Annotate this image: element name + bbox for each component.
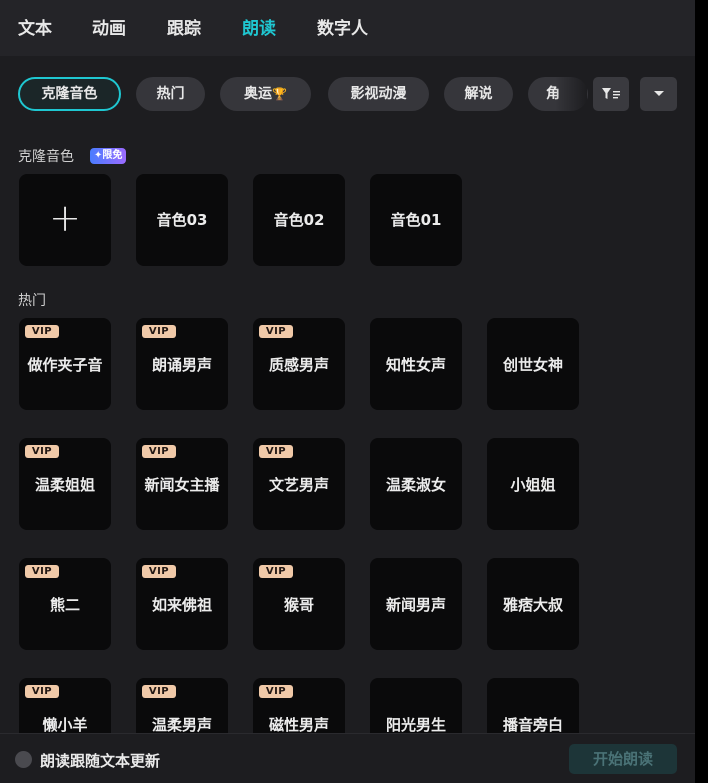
voice-card[interactable]: VIP 如来佛祖: [136, 558, 228, 650]
tab-animation[interactable]: 动画: [92, 14, 126, 39]
voice-card[interactable]: 小姐姐: [487, 438, 579, 530]
vip-badge: VIP: [259, 685, 293, 698]
voice-card[interactable]: VIP 质感男声: [253, 318, 345, 410]
trophy-icon: 🏆: [272, 87, 287, 101]
clone-voice-card[interactable]: 音色01: [370, 174, 462, 266]
category-hot[interactable]: 热门: [136, 77, 205, 111]
voice-name: 朗诵男声: [151, 356, 212, 374]
add-clone-voice-card[interactable]: +: [19, 174, 111, 266]
voice-card[interactable]: VIP 温柔姐姐: [19, 438, 111, 530]
vip-badge: VIP: [259, 565, 293, 578]
start-reading-button[interactable]: 开始朗读: [569, 744, 677, 774]
voice-name: 小姐姐: [510, 476, 556, 494]
voice-name: 创世女神: [502, 356, 563, 374]
vip-badge: VIP: [142, 325, 176, 338]
scroll-fade: [555, 72, 587, 116]
vip-badge: VIP: [25, 325, 59, 338]
voice-name: 熊二: [49, 596, 80, 614]
category-olympics[interactable]: 奥运🏆: [220, 77, 311, 111]
voice-card[interactable]: VIP 猴哥: [253, 558, 345, 650]
voice-name: 文艺男声: [268, 476, 329, 494]
voice-card[interactable]: VIP 朗诵男声: [136, 318, 228, 410]
voice-card[interactable]: 知性女声: [370, 318, 462, 410]
tab-text[interactable]: 文本: [18, 14, 52, 39]
voice-name: 雅痞大叔: [502, 596, 563, 614]
voice-name: 播音旁白: [502, 716, 563, 734]
category-olympics-label: 奥运: [244, 86, 273, 102]
tab-tracking[interactable]: 跟踪: [167, 14, 201, 39]
voice-name: 温柔男声: [151, 716, 212, 734]
voice-card[interactable]: 雅痞大叔: [487, 558, 579, 650]
voice-name: 做作夹子音: [27, 356, 103, 374]
voice-card[interactable]: VIP 文艺男声: [253, 438, 345, 530]
section-title-clone: 克隆音色: [18, 149, 74, 165]
clone-voice-card[interactable]: 音色03: [136, 174, 228, 266]
clone-voice-card[interactable]: 音色02: [253, 174, 345, 266]
filter-button[interactable]: [593, 77, 629, 111]
filter-icon: [602, 87, 620, 99]
vip-badge: VIP: [142, 685, 176, 698]
vip-badge: VIP: [25, 685, 59, 698]
voice-name: 音色03: [156, 211, 208, 229]
voice-name: 懒小羊: [42, 716, 88, 734]
section-title-hot: 热门: [18, 293, 46, 309]
category-commentary[interactable]: 解说: [444, 77, 513, 111]
vip-badge: VIP: [259, 445, 293, 458]
voice-name: 如来佛祖: [151, 596, 212, 614]
tab-digital-human[interactable]: 数字人: [317, 14, 368, 39]
text-to-speech-panel: 文本 动画 跟踪 朗读 数字人 克隆音色 热门 奥运🏆 影视动漫 解说 角 克隆…: [0, 0, 695, 783]
free-badge: ✦限免: [90, 148, 127, 164]
vip-badge: VIP: [25, 565, 59, 578]
plus-icon: +: [49, 196, 81, 240]
category-clone-voice[interactable]: 克隆音色: [18, 77, 121, 111]
voice-name: 猴哥: [283, 596, 314, 614]
category-film-anime[interactable]: 影视动漫: [328, 77, 429, 111]
follow-text-toggle-label: 朗读跟随文本更新: [40, 752, 161, 770]
chevron-down-icon: [653, 90, 664, 96]
voice-name: 新闻男声: [385, 596, 446, 614]
voice-name: 温柔姐姐: [34, 476, 95, 494]
vip-badge: VIP: [142, 565, 176, 578]
voice-name: 音色01: [390, 211, 442, 229]
voice-name: 新闻女主播: [144, 476, 220, 494]
voice-card[interactable]: 温柔淑女: [370, 438, 462, 530]
voice-name: 音色02: [273, 211, 325, 229]
window-edge: [695, 0, 708, 783]
vip-badge: VIP: [142, 445, 176, 458]
top-tab-bar: 文本 动画 跟踪 朗读 数字人: [0, 0, 695, 56]
voice-name: 知性女声: [385, 356, 446, 374]
follow-text-toggle[interactable]: [15, 751, 32, 768]
tab-read-aloud[interactable]: 朗读: [242, 14, 276, 39]
voice-name: 磁性男声: [268, 716, 329, 734]
voice-card[interactable]: VIP 新闻女主播: [136, 438, 228, 530]
category-dropdown-button[interactable]: [640, 77, 677, 111]
voice-card[interactable]: 创世女神: [487, 318, 579, 410]
voice-card[interactable]: 新闻男声: [370, 558, 462, 650]
voice-name: 阳光男生: [385, 716, 446, 734]
voice-card[interactable]: VIP 做作夹子音: [19, 318, 111, 410]
vip-badge: VIP: [25, 445, 59, 458]
vip-badge: VIP: [259, 325, 293, 338]
voice-name: 温柔淑女: [385, 476, 446, 494]
voice-card[interactable]: VIP 熊二: [19, 558, 111, 650]
voice-name: 质感男声: [268, 356, 329, 374]
